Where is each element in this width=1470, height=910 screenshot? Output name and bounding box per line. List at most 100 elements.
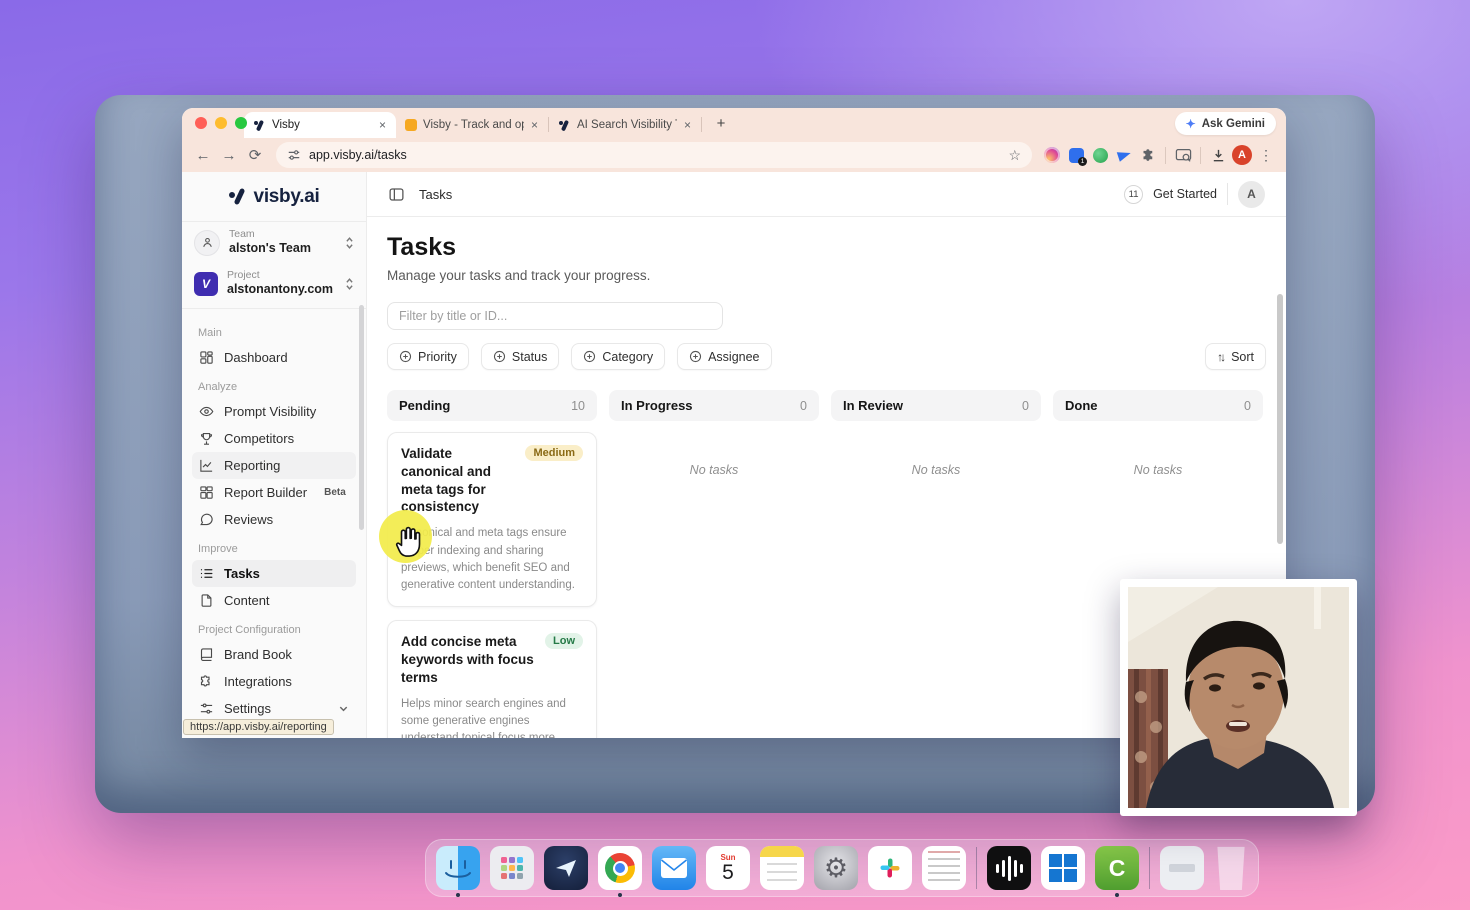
extension-plane-icon[interactable] bbox=[1112, 143, 1136, 167]
sidebar-item-content[interactable]: Content bbox=[192, 587, 356, 614]
dock-separator bbox=[1149, 847, 1150, 889]
sidebar-item-report-builder[interactable]: Report Builder Beta bbox=[192, 479, 356, 506]
plus-circle-icon bbox=[689, 350, 702, 363]
running-indicator bbox=[456, 893, 460, 897]
browser-toolbar: ← → ⟳ app.visby.ai/tasks ☆ 1 bbox=[182, 138, 1286, 172]
get-started-button[interactable]: Get Started bbox=[1153, 187, 1217, 201]
filter-priority-button[interactable]: Priority bbox=[387, 343, 469, 370]
tab-separator bbox=[701, 117, 702, 132]
settings-sliders-icon bbox=[199, 701, 214, 716]
mail-icon[interactable] bbox=[652, 846, 696, 890]
sidebar-item-integrations[interactable]: Integrations bbox=[192, 668, 356, 695]
trash-icon[interactable] bbox=[1214, 846, 1248, 890]
downloads-stack-icon[interactable] bbox=[1160, 846, 1204, 890]
team-selector[interactable]: Team alston's Team bbox=[182, 222, 366, 263]
slack-icon[interactable] bbox=[868, 846, 912, 890]
extension-badge: 1 bbox=[1078, 157, 1087, 166]
extension-tab-manager-icon[interactable]: 1 bbox=[1064, 143, 1088, 167]
column-count: 10 bbox=[571, 399, 585, 413]
task-card[interactable]: Add concise meta keywords with focus ter… bbox=[387, 620, 597, 738]
url-text[interactable]: app.visby.ai/tasks bbox=[309, 148, 1000, 162]
telegram-icon[interactable] bbox=[544, 846, 588, 890]
dock-separator bbox=[976, 847, 977, 889]
sidebar-item-reviews[interactable]: Reviews bbox=[192, 506, 356, 533]
visby-logo-text: visby.ai bbox=[254, 186, 320, 208]
site-settings-icon[interactable] bbox=[287, 148, 301, 162]
address-bar[interactable]: app.visby.ai/tasks ☆ bbox=[276, 142, 1032, 168]
visby-favicon bbox=[558, 119, 571, 132]
windows-app-icon[interactable] bbox=[1041, 846, 1085, 890]
ask-gemini-button[interactable]: ✦ Ask Gemini bbox=[1175, 112, 1276, 135]
chrome-profile-avatar[interactable]: A bbox=[1230, 143, 1254, 167]
visby-logo-icon bbox=[229, 188, 247, 206]
plus-circle-icon bbox=[399, 350, 412, 363]
window-controls bbox=[195, 117, 247, 129]
tab-ai-search-tools[interactable]: AI Search Visibility Tools for E × bbox=[549, 112, 701, 138]
extensions-puzzle-icon[interactable] bbox=[1136, 143, 1160, 167]
extension-green-icon[interactable] bbox=[1088, 143, 1112, 167]
forward-button[interactable]: → bbox=[216, 142, 242, 168]
zoom-button[interactable] bbox=[235, 117, 247, 129]
main-scrollbar[interactable] bbox=[1277, 294, 1283, 544]
tab-close-icon[interactable]: × bbox=[378, 118, 387, 132]
visby-logo[interactable]: visby.ai bbox=[182, 172, 366, 222]
tab-title: AI Search Visibility Tools for E bbox=[577, 119, 677, 131]
downloads-icon[interactable] bbox=[1206, 143, 1230, 167]
priority-badge: Low bbox=[545, 633, 583, 649]
textedit-icon[interactable] bbox=[922, 846, 966, 890]
filter-assignee-button[interactable]: Assignee bbox=[677, 343, 771, 370]
team-icon bbox=[194, 230, 220, 256]
presenter-video bbox=[1128, 587, 1349, 808]
column-header: In Review 0 bbox=[831, 390, 1041, 421]
filter-input[interactable] bbox=[387, 302, 723, 330]
chrome-menu-icon[interactable]: ⋮ bbox=[1254, 143, 1278, 167]
sidebar-toggle-icon[interactable] bbox=[388, 186, 405, 203]
camtasia-icon[interactable]: C bbox=[1095, 846, 1139, 890]
launchpad-icon[interactable] bbox=[490, 846, 534, 890]
sidebar-item-tasks[interactable]: Tasks bbox=[192, 560, 356, 587]
filter-status-button[interactable]: Status bbox=[481, 343, 559, 370]
sidebar-item-dashboard[interactable]: Dashboard bbox=[192, 344, 356, 371]
column-in-progress: In Progress 0 No tasks bbox=[609, 390, 819, 738]
filter-category-button[interactable]: Category bbox=[571, 343, 665, 370]
tab-visby[interactable]: Visby × bbox=[244, 112, 396, 138]
notes-icon[interactable] bbox=[760, 846, 804, 890]
user-avatar[interactable]: A bbox=[1238, 181, 1265, 208]
ask-gemini-label: Ask Gemini bbox=[1202, 118, 1265, 130]
dashboard-icon bbox=[199, 350, 214, 365]
tab-title: Visby - Track and optimize AI bbox=[423, 119, 524, 131]
gemini-icon: ✦ bbox=[1186, 117, 1196, 131]
system-settings-icon[interactable]: ⚙ bbox=[814, 846, 858, 890]
screen-search-icon[interactable] bbox=[1171, 143, 1195, 167]
beta-badge: Beta bbox=[324, 487, 346, 498]
new-tab-button[interactable]: + bbox=[710, 112, 732, 134]
back-button[interactable]: ← bbox=[190, 142, 216, 168]
sidebar-item-competitors[interactable]: Competitors bbox=[192, 425, 356, 452]
get-started-count-badge: 11 bbox=[1124, 185, 1143, 204]
sidebar-item-prompt-visibility[interactable]: Prompt Visibility bbox=[192, 398, 356, 425]
sidebar-item-reporting[interactable]: Reporting bbox=[192, 452, 356, 479]
finder-icon[interactable] bbox=[436, 846, 480, 890]
minimize-button[interactable] bbox=[215, 117, 227, 129]
project-selector[interactable]: V Project alstonantony.com bbox=[182, 263, 366, 304]
content-icon bbox=[199, 593, 214, 608]
chart-line-icon bbox=[199, 458, 214, 473]
sidebar-nav: Main Dashboard Analyze Prompt Visibility bbox=[182, 309, 366, 730]
tab-close-icon[interactable]: × bbox=[530, 118, 539, 132]
close-button[interactable] bbox=[195, 117, 207, 129]
section-main: Main bbox=[198, 327, 350, 339]
extension-instagram-icon[interactable] bbox=[1040, 143, 1064, 167]
chrome-icon[interactable] bbox=[598, 846, 642, 890]
trophy-icon bbox=[199, 431, 214, 446]
sort-button[interactable]: ↑↓ Sort bbox=[1205, 343, 1266, 370]
bookmark-star-icon[interactable]: ☆ bbox=[1008, 147, 1021, 164]
sidebar-scrollbar[interactable] bbox=[359, 305, 364, 530]
tab-visby-marketing[interactable]: Visby - Track and optimize AI × bbox=[396, 112, 548, 138]
sidebar-item-brand-book[interactable]: Brand Book bbox=[192, 641, 356, 668]
calendar-icon[interactable]: Sun 5 bbox=[706, 846, 750, 890]
webcam-overlay bbox=[1120, 579, 1357, 816]
reload-button[interactable]: ⟳ bbox=[242, 142, 268, 168]
tab-close-icon[interactable]: × bbox=[683, 118, 692, 132]
chevron-updown-icon bbox=[345, 236, 354, 250]
voice-app-icon[interactable] bbox=[987, 846, 1031, 890]
